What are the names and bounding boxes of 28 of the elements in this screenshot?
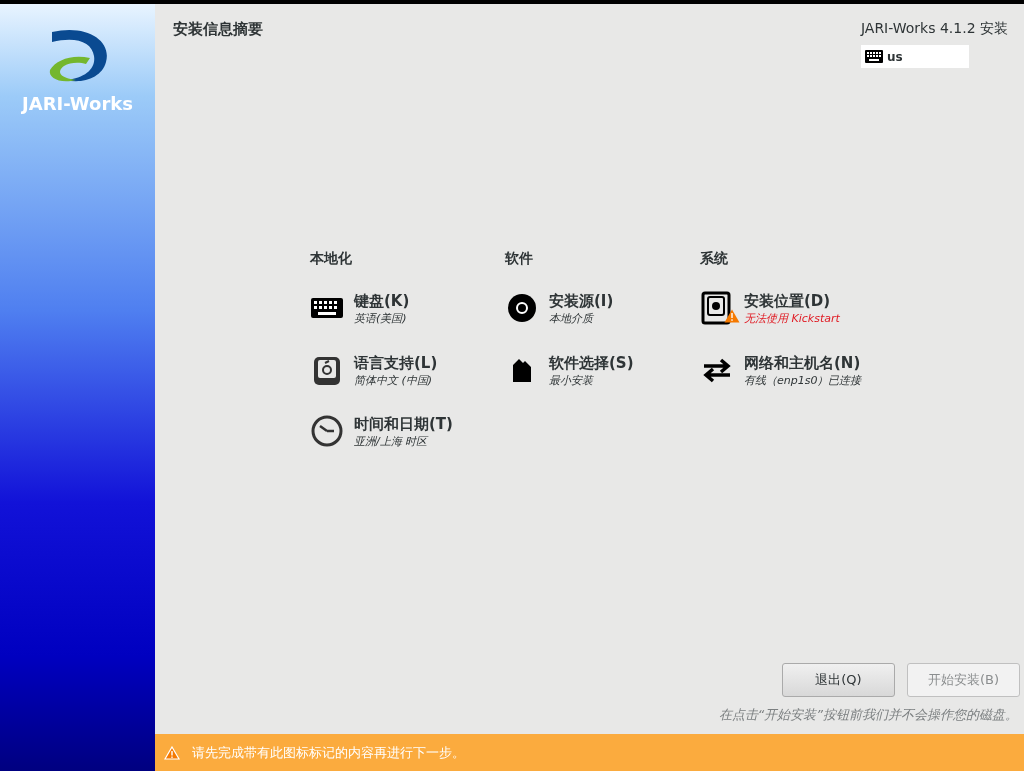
category-title: 系统 <box>700 249 729 268</box>
category-title: 软件 <box>505 249 534 268</box>
spoke-title[interactable]: 软件选择(S) <box>549 352 634 373</box>
spoke-title[interactable]: 安装位置(D) <box>744 291 840 311</box>
spoke-title[interactable]: 时间和日期(T) <box>354 414 453 434</box>
spoke-status: 英语(美国) <box>354 311 408 327</box>
keyboard-layout-indicator[interactable]: us <box>860 45 969 68</box>
product-title: JARI-Works 4.1.2 安装 <box>860 19 1008 38</box>
spoke-title[interactable]: 键盘(K) <box>354 291 410 311</box>
spoke-status: 无法使用 Kickstart <box>744 311 840 327</box>
clock-icon[interactable] <box>310 414 344 448</box>
spoke-title[interactable]: 安装源(I) <box>549 291 614 311</box>
spoke-status: 有线（enp1s0）已连接 <box>744 372 862 389</box>
category-title: 本地化 <box>310 249 353 268</box>
spoke-status: 亚洲/上海 时区 <box>354 434 430 450</box>
spoke-status: 简体中文 (中国) <box>354 372 434 389</box>
logo-text: JARI-Works <box>22 92 133 116</box>
keyboard-icon <box>864 50 883 63</box>
spoke-title[interactable]: 网络和主机名(N) <box>744 352 862 373</box>
warning-icon <box>164 745 180 760</box>
disk-notice: 在点击“开始安装”按钮前我们并不会操作您的磁盘。 <box>717 705 1019 724</box>
spoke-title[interactable]: 语言支持(L) <box>354 352 438 373</box>
quit-button[interactable]: 退出(Q) <box>782 662 895 697</box>
spoke-status: 本地介质 <box>549 311 595 327</box>
spoke-status: 最小安装 <box>549 372 595 389</box>
disc-icon[interactable] <box>505 291 539 325</box>
warning-message: 请先完成带有此图标标记的内容再进行下一步。 <box>192 743 465 762</box>
page-title: 安装信息摘要 <box>173 19 263 40</box>
